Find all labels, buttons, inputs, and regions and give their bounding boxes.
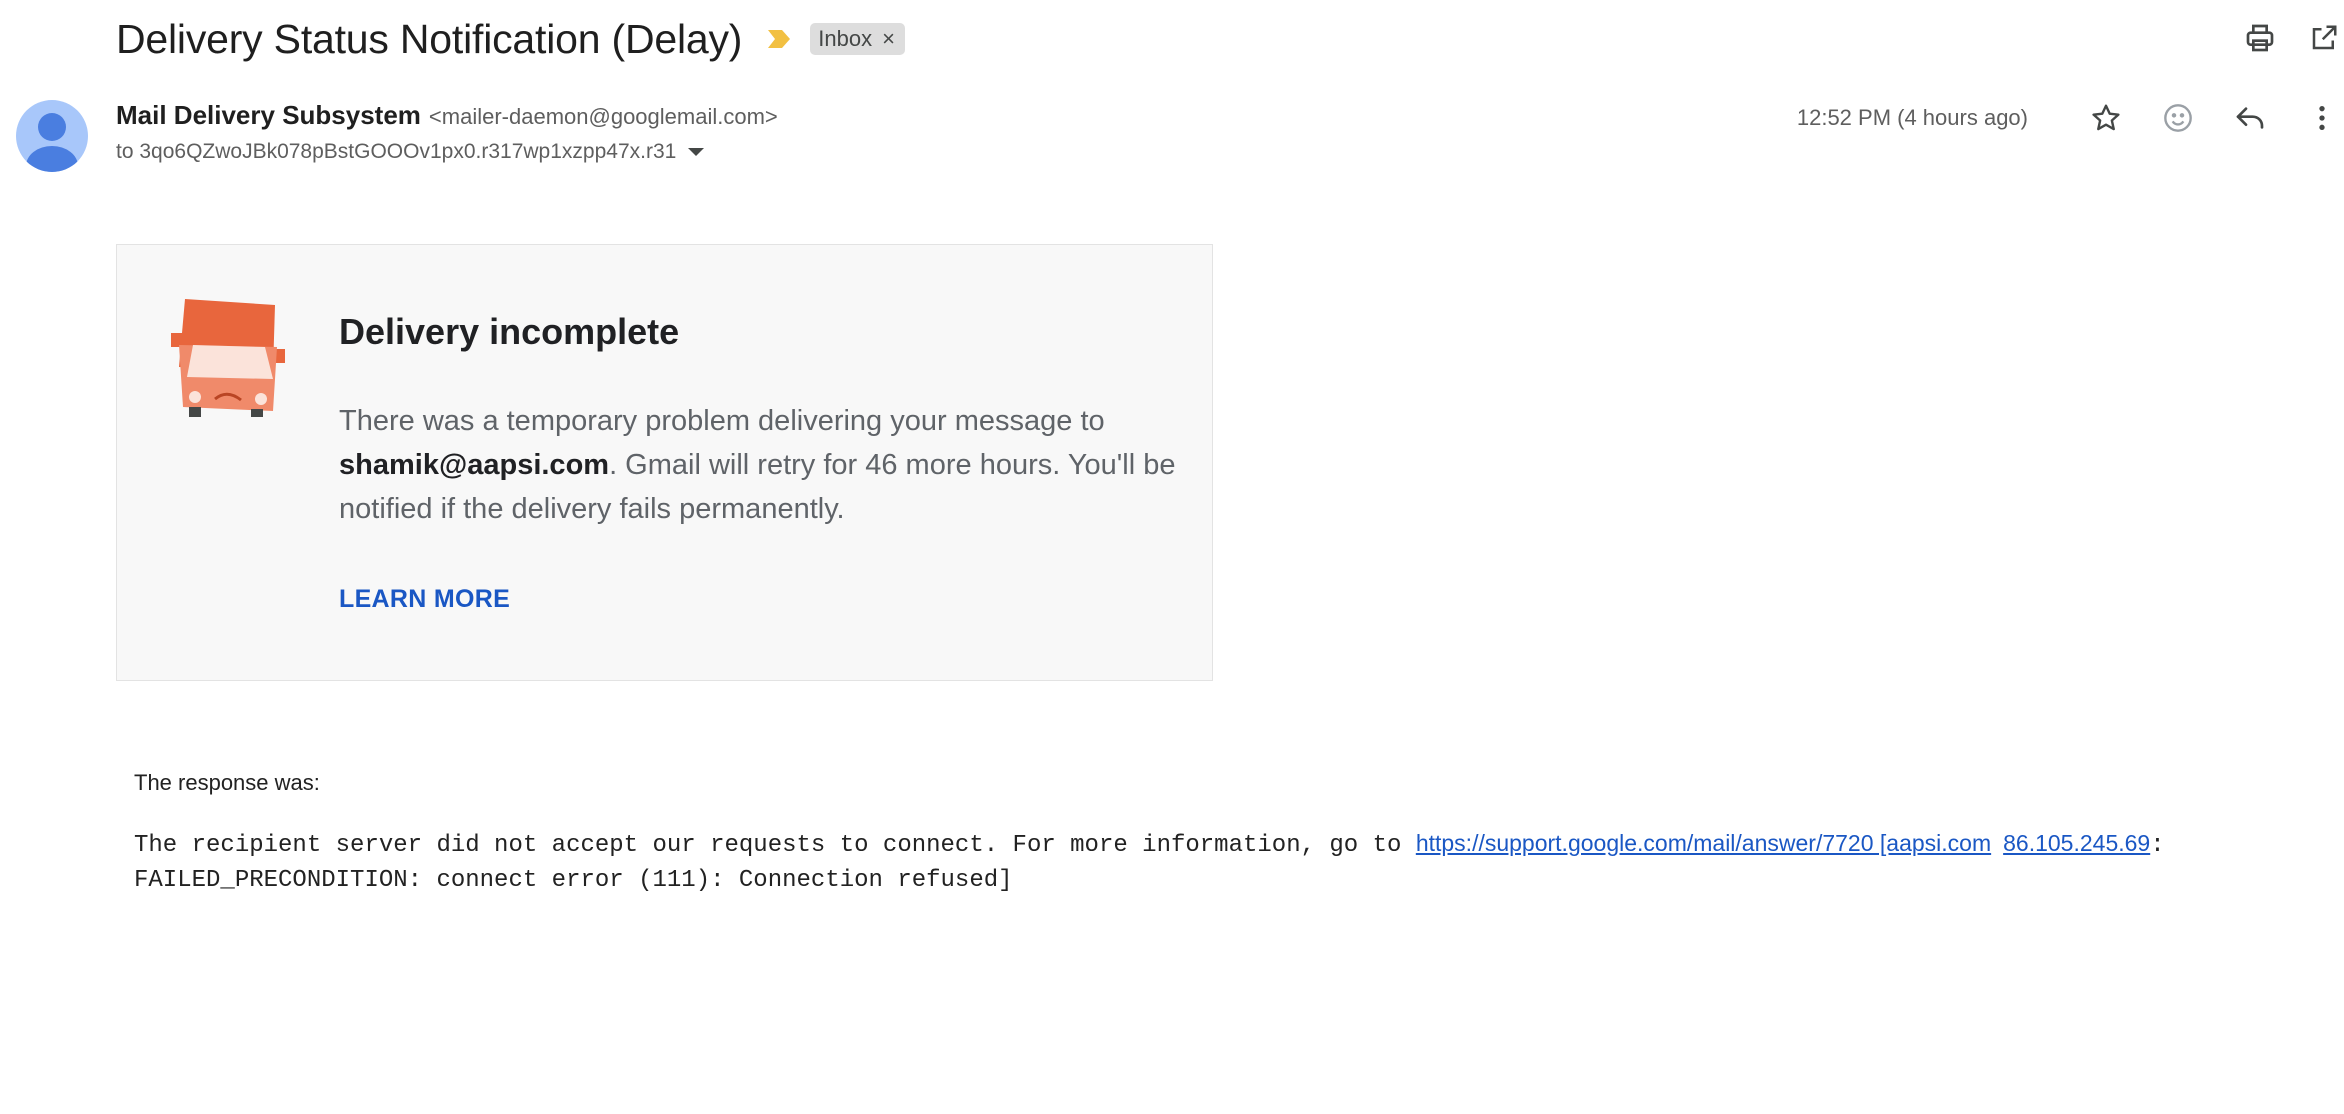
sender-row: Mail Delivery Subsystem <mailer-daemon@g… [116, 100, 778, 131]
email-subject: Delivery Status Notification (Delay) [116, 15, 743, 62]
star-icon[interactable] [2084, 96, 2128, 140]
emoji-reaction-icon[interactable] [2156, 96, 2200, 140]
inbox-label-chip[interactable]: Inbox × [810, 23, 905, 55]
sad-truck-icon [165, 293, 289, 417]
recipients-text: to 3qo6QZwoJBk078pBstGOOOv1px0.r317wp1xz… [116, 140, 677, 163]
open-in-new-window-icon[interactable] [2304, 18, 2344, 58]
response-label: The response was: [134, 770, 320, 795]
more-vertical-icon[interactable] [2300, 96, 2344, 140]
response-text: The recipient server did not accept our … [134, 826, 2334, 898]
timestamp: 12:52 PM (4 hours ago) [1796, 105, 2028, 130]
learn-more-link[interactable]: LEARN MORE [339, 585, 510, 614]
reply-icon[interactable] [2228, 96, 2272, 140]
remove-label-icon[interactable]: × [882, 26, 895, 52]
recipient-email: shamik@aapsi.com [339, 449, 610, 481]
sender-avatar[interactable] [16, 100, 88, 172]
server-ip-link[interactable]: 86.105.245.69 [2003, 830, 2150, 856]
message-meta: 12:52 PM (4 hours ago) [1797, 96, 2344, 140]
sender-name[interactable]: Mail Delivery Subsystem [116, 100, 421, 131]
subject-row: Delivery Status Notification (Delay) Inb… [116, 12, 905, 66]
card-title: Delivery incomplete [339, 311, 680, 352]
print-icon[interactable] [2240, 18, 2280, 58]
support-help-link[interactable]: https://support.google.com/mail/answer/7… [1416, 830, 1991, 856]
card-body-prefix: There was a temporary problem delivering… [339, 405, 1105, 437]
importance-marker-icon[interactable] [766, 27, 792, 51]
response-text-prefix: The recipient server did not accept our … [134, 832, 1416, 859]
top-actions [2216, 18, 2344, 58]
delivery-status-card: Delivery incomplete There was a temporar… [116, 244, 1213, 681]
card-body: There was a temporary problem delivering… [339, 399, 1179, 531]
recipients-row: to 3qo6QZwoJBk078pBstGOOOv1px0.r317wp1xz… [116, 140, 705, 164]
label-chip-text: Inbox [818, 26, 873, 51]
sender-email: <mailer-daemon@googlemail.com> [428, 104, 778, 129]
show-details-dropdown-icon[interactable] [688, 148, 705, 156]
